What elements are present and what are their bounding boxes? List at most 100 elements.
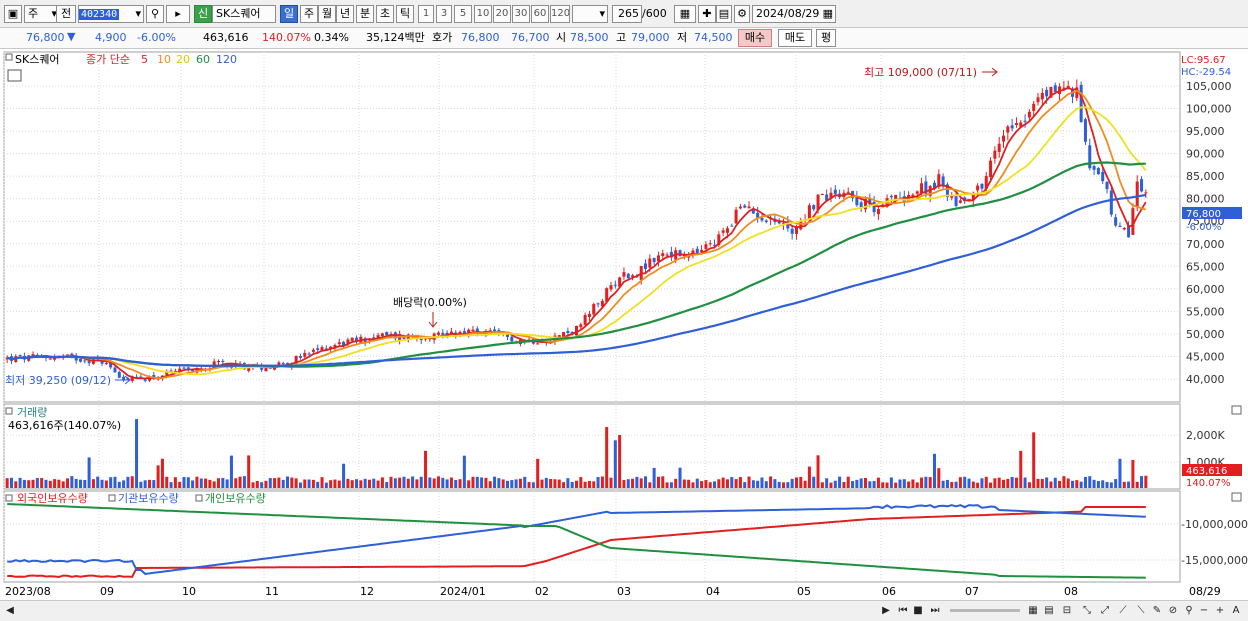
interval-30[interactable]: 30 [512,5,530,23]
scroll-end-icon[interactable]: ⏭ [928,604,942,618]
stop-icon[interactable]: ■ [912,604,924,618]
line-tool-icon[interactable]: ⟍ [1134,604,1148,618]
volume-bar [713,481,717,488]
period-tick[interactable]: 틱 [396,5,414,23]
chart-scrollbar[interactable]: ◀ ▶ ⏮ ■ ⏭ ▦ ▤ ⊟ ⤡ ⤢ ⟋ ⟍ ✎ ⊘ ⚲ − + A [0,600,1248,621]
candle-body [1140,179,1144,192]
count-input[interactable]: 265 [612,5,642,23]
price-tick-label: 90,000 [1186,148,1225,161]
candle-body [87,361,91,364]
volume-tick-label: 2,000K [1186,429,1225,442]
volume-bar [1032,432,1036,488]
period-minute[interactable]: 분 [356,5,374,23]
date-input[interactable]: 2024/08/29 ▦ [752,5,836,23]
ask-price: 76,800 [461,31,500,44]
zoom-slider[interactable] [950,609,1020,612]
scroll-left-icon[interactable]: ◀ [4,604,16,618]
period-month[interactable]: 월 [318,5,336,23]
zoom-out-icon[interactable]: − [1198,604,1210,618]
candle-body [626,273,630,279]
candle-body [997,143,1001,152]
period-day[interactable]: 일 [280,5,298,23]
volume-bar [639,478,643,488]
volume-bar [147,479,152,488]
candle-body [764,220,768,222]
volume-bar [1019,450,1023,488]
prev-button[interactable]: 전 [56,5,76,23]
scroll-start-icon[interactable]: ⏮ [896,604,910,618]
tool-icon[interactable]: ▦ [1026,604,1040,618]
table-toggle-icon[interactable] [7,69,22,82]
interval-dropdown[interactable]: ▾ [572,5,608,23]
panel-close-icon[interactable] [1231,405,1242,415]
scroll-right-icon[interactable]: ▶ [880,604,892,618]
volume-bar [1045,477,1049,488]
sell-button[interactable]: 매도 [778,29,812,47]
stock-name-field[interactable]: SK스퀘어 [212,5,276,23]
hc-value: HC:-29.54 [1181,67,1231,78]
candle-body [18,354,22,356]
candle-body [1027,111,1031,118]
volume-bar [294,478,298,488]
volume-bar [678,467,682,488]
speaker-icon[interactable]: ▸ [166,5,190,23]
draw-tool-icon[interactable]: ✎ [1150,604,1164,618]
search-icon[interactable]: ⚲ [1182,604,1196,618]
high-label: 고 [616,31,627,44]
period-year[interactable]: 년 [336,5,354,23]
search-icon[interactable]: ⚲ [146,5,164,23]
market-select[interactable]: 주 ▾ [24,5,60,23]
eval-button[interactable]: 평 [816,29,836,47]
tool-icon[interactable]: ▤ [1042,604,1056,618]
volume-bar [751,480,755,488]
volume-bar [290,477,294,488]
panel-close-icon[interactable] [1231,492,1242,502]
volume-bar [191,480,195,488]
volume-bar [454,479,458,488]
save-icon[interactable]: ▤ [716,5,732,23]
candle-body [656,255,660,262]
interval-20[interactable]: 20 [493,5,511,23]
interval-60[interactable]: 60 [531,5,549,23]
volume-panel [3,403,1181,490]
auto-scale-icon[interactable]: A [1230,604,1242,618]
candle-body [1083,119,1087,142]
volume-bar [268,478,272,488]
interval-5[interactable]: 5 [454,5,472,23]
interval-10[interactable]: 10 [474,5,492,23]
current-price-tag-text: 76,800 [1186,209,1221,220]
volume-bar [216,478,221,488]
price-tick-label: 45,000 [1186,350,1225,363]
volume-bar [596,477,600,488]
stock-chart[interactable]: 105,000100,00095,00090,00085,00080,00075… [0,50,1248,621]
candle-body [743,205,747,208]
buy-button[interactable]: 매수 [738,29,772,47]
period-week[interactable]: 주 [300,5,318,23]
volume-bar [277,477,281,488]
period-second[interactable]: 초 [376,5,394,23]
interval-3[interactable]: 3 [436,5,452,23]
open-price: 78,500 [570,31,609,44]
fibo-tool-icon[interactable]: ⊘ [1166,604,1180,618]
tool-icon[interactable]: ⊟ [1060,604,1074,618]
candle-body [264,367,268,372]
volume-bar [320,477,324,488]
crosshair-icon[interactable]: ✚ [698,5,716,23]
line-tool-icon[interactable]: ⤢ [1098,604,1112,618]
line-tool-icon[interactable]: ⤡ [1080,604,1094,618]
candle-body [1114,217,1118,226]
stock-code-input[interactable]: 402340 ▾ [78,5,144,23]
zoom-in-icon[interactable]: + [1214,604,1226,618]
compare-icon[interactable]: ▦ [674,5,696,23]
volume-bar [402,476,406,488]
candle-body [78,358,82,362]
volume-bar [579,477,583,488]
volume-bar [311,479,315,488]
line-tool-icon[interactable]: ⟋ [1116,604,1130,618]
settings-gear-icon[interactable]: ⚙ [734,5,750,23]
legend-stock-name: SK스퀘어 [15,53,60,66]
volume-bar [708,482,712,488]
interval-1[interactable]: 1 [418,5,434,23]
interval-120[interactable]: 120 [550,5,570,23]
window-icon[interactable]: ▣ [4,5,22,23]
